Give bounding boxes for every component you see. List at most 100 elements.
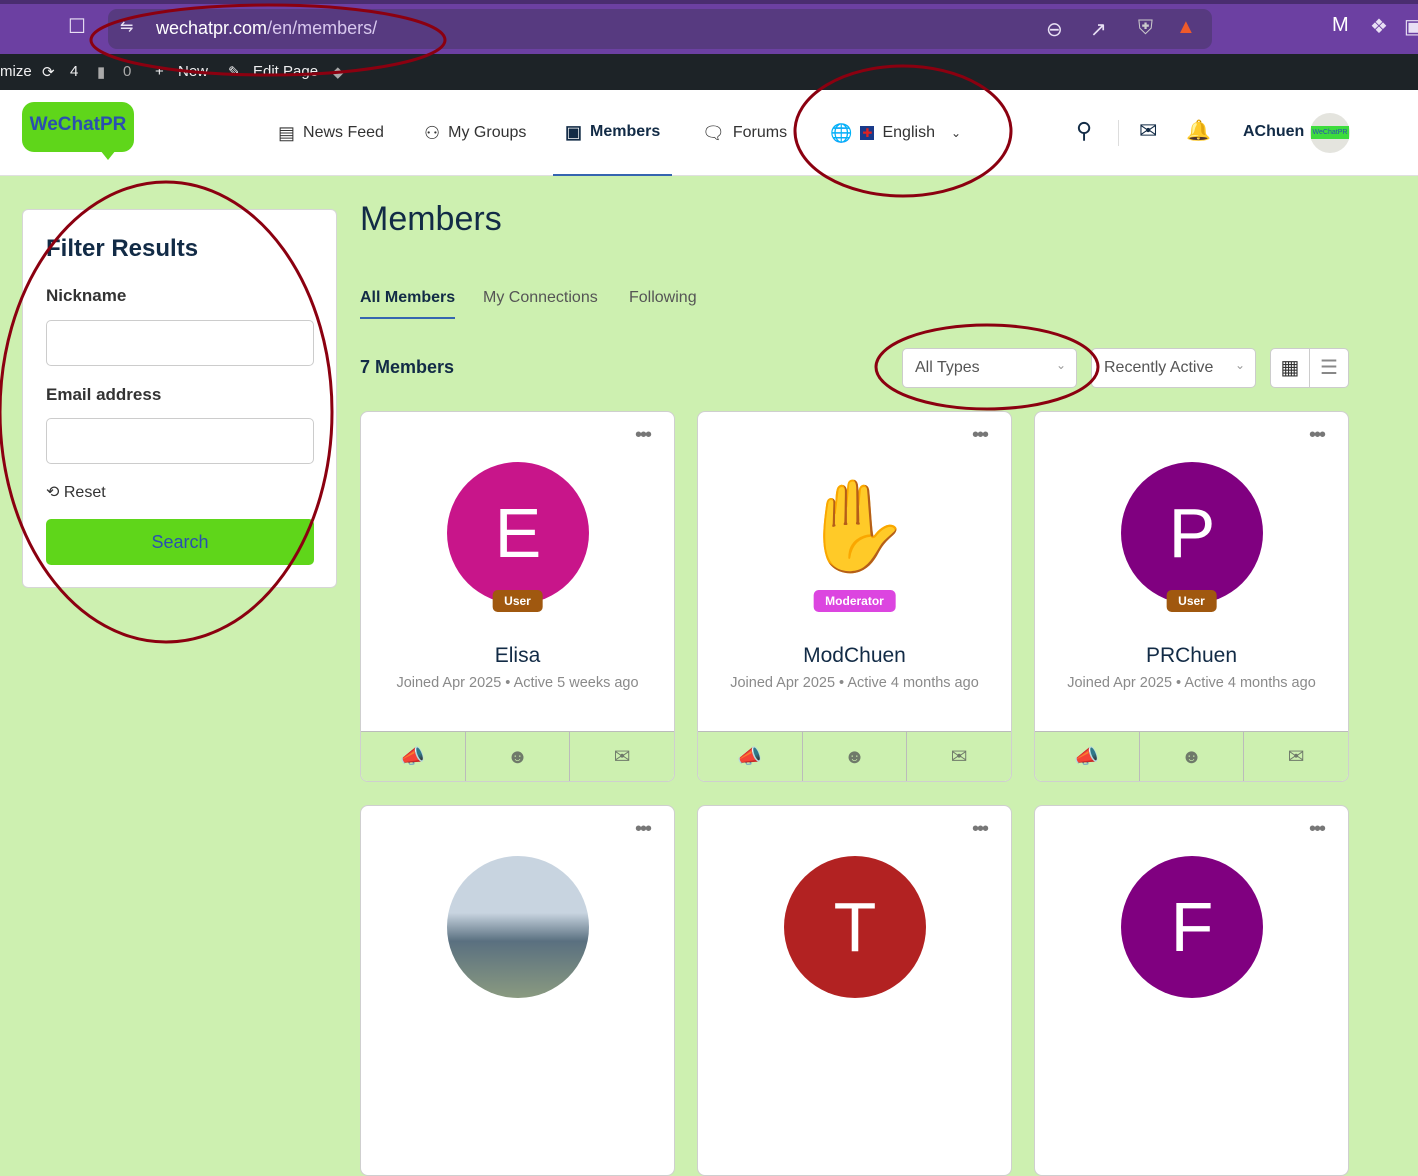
plus-icon: +	[155, 63, 164, 80]
site-header: WeChatPR ▤ News Feed ⚇ My Groups ▣ Members …	[0, 90, 1418, 176]
connect-button[interactable]: ☻	[466, 732, 571, 781]
more-options-icon[interactable]: •••	[972, 424, 989, 447]
avatar-initial: P	[1168, 494, 1216, 572]
notifications-icon[interactable]: 🔔	[1186, 118, 1211, 143]
more-options-icon[interactable]: •••	[972, 818, 989, 841]
member-avatar[interactable]: P	[1121, 462, 1263, 604]
member-meta: Joined Apr 2025 • Active 5 weeks ago	[396, 675, 639, 691]
globe-icon: 🌐	[830, 122, 853, 143]
plugin-icon[interactable]: ◆	[332, 63, 344, 81]
brave-shield-icon[interactable]: ⛨	[1138, 17, 1153, 40]
url-text[interactable]: wechatpr.com/en/members/	[156, 18, 377, 39]
chevron-down-icon: ⌄	[1055, 358, 1066, 372]
page-title: Members	[360, 200, 502, 238]
card-actions: 📣 ☻ ✉	[1035, 731, 1348, 781]
username[interactable]: AChuen	[1243, 123, 1304, 141]
list-view-button[interactable]: ☰	[1309, 348, 1349, 388]
nav-label: My Groups	[448, 124, 527, 141]
avatar-initial: F	[1170, 888, 1214, 966]
member-avatar[interactable]: T	[784, 856, 926, 998]
new-link[interactable]: New	[178, 63, 208, 80]
member-meta: Joined Apr 2025 • Active 4 months ago	[1067, 675, 1316, 691]
browser-toolbar: ☐ ⇋ wechatpr.com/en/members/ ⊖ ↗ ⛨ ▲ M ❖…	[0, 0, 1418, 54]
follow-button[interactable]: 📣	[698, 732, 803, 781]
tab-all-members[interactable]: All Members	[360, 289, 456, 319]
nav-label: Members	[590, 123, 661, 140]
tab-following[interactable]: Following	[629, 289, 697, 307]
message-button[interactable]: ✉	[570, 732, 674, 781]
malwarebytes-icon[interactable]: M	[1332, 14, 1349, 37]
nav-forums[interactable]: 🗨 Forums	[702, 90, 787, 176]
member-card: ••• T	[697, 805, 1012, 1176]
type-filter-select[interactable]: All Types ⌄	[902, 348, 1077, 388]
follow-button[interactable]: 📣	[361, 732, 466, 781]
sort-select[interactable]: Recently Active ⌄	[1091, 348, 1256, 388]
nav-members[interactable]: ▣ Members	[553, 90, 673, 176]
connect-button[interactable]: ☻	[803, 732, 908, 781]
filter-panel: Filter Results Nickname Email address ⟲ …	[22, 209, 337, 588]
list-icon: ☰	[1320, 357, 1338, 379]
mail-icon: ✉	[1287, 746, 1305, 768]
tab-my-connections[interactable]: My Connections	[483, 289, 598, 307]
message-button[interactable]: ✉	[907, 732, 1011, 781]
member-card: •••	[360, 805, 675, 1176]
more-options-icon[interactable]: •••	[1309, 424, 1326, 447]
add-friend-icon: ☻	[1180, 746, 1203, 768]
megaphone-icon: 📣	[400, 746, 426, 768]
moderator-avatar-icon[interactable]: ✋	[784, 462, 926, 604]
chevron-down-icon: ⌄	[950, 126, 962, 140]
bookmark-icon[interactable]: ☐	[68, 14, 86, 39]
member-avatar-photo[interactable]	[447, 856, 589, 998]
member-card: ••• F	[1034, 805, 1349, 1176]
member-avatar[interactable]: E	[447, 462, 589, 604]
address-bar[interactable]: ⇋ wechatpr.com/en/members/ ⊖ ↗ ⛨ ▲	[108, 9, 1212, 49]
brave-rewards-icon[interactable]: ▲	[1176, 16, 1196, 39]
comments-count[interactable]: 0	[123, 63, 131, 80]
connect-button[interactable]: ☻	[1140, 732, 1245, 781]
reset-label: Reset	[63, 484, 106, 501]
nickname-input[interactable]	[46, 320, 314, 366]
messages-icon[interactable]: ✉	[1139, 118, 1157, 144]
member-meta: Joined Apr 2025 • Active 4 months ago	[730, 675, 979, 691]
reset-button[interactable]: ⟲ Reset	[46, 482, 106, 502]
more-options-icon[interactable]: •••	[1309, 818, 1326, 841]
role-badge: Moderator	[813, 590, 896, 612]
share-icon[interactable]: ↗	[1090, 17, 1107, 42]
message-button[interactable]: ✉	[1244, 732, 1348, 781]
updates-count[interactable]: 4	[70, 63, 78, 80]
more-options-icon[interactable]: •••	[635, 818, 652, 841]
megaphone-icon: 📣	[1074, 746, 1100, 768]
nav-my-groups[interactable]: ⚇ My Groups	[424, 90, 526, 176]
user-avatar[interactable]: WeChatPR	[1310, 113, 1350, 153]
divider	[1118, 120, 1119, 146]
updates-icon[interactable]: ⟳	[42, 63, 55, 81]
wallet-icon[interactable]: ▣	[1404, 14, 1418, 39]
comments-icon[interactable]: ▮	[97, 63, 105, 81]
add-friend-icon: ☻	[843, 746, 866, 768]
search-button[interactable]: Search	[46, 519, 314, 565]
card-actions: 📣 ☻ ✉	[361, 731, 674, 781]
joined-date: Joined Apr 2025	[396, 675, 502, 691]
search-icon[interactable]: ⚲	[1076, 118, 1092, 144]
member-name[interactable]: Elisa	[361, 644, 674, 668]
edit-page-link[interactable]: Edit Page	[253, 63, 318, 80]
more-options-icon[interactable]: •••	[635, 424, 652, 447]
member-name[interactable]: ModChuen	[698, 644, 1011, 668]
email-input[interactable]	[46, 418, 314, 464]
member-card: ••• ✋ Moderator ModChuen Joined Apr 2025 •…	[697, 411, 1012, 782]
member-count: 7 Members	[360, 357, 455, 377]
member-avatar[interactable]: F	[1121, 856, 1263, 998]
extensions-icon[interactable]: ❖	[1370, 14, 1388, 39]
nav-news-feed[interactable]: ▤ News Feed	[278, 90, 384, 176]
grid-view-button[interactable]: ▦	[1270, 348, 1310, 388]
uk-flag-icon: ✚	[860, 126, 875, 140]
member-name[interactable]: PRChuen	[1035, 644, 1348, 668]
follow-button[interactable]: 📣	[1035, 732, 1140, 781]
customize-link[interactable]: mize	[0, 63, 32, 80]
site-settings-icon[interactable]: ⇋	[120, 17, 133, 37]
language-switcher[interactable]: 🌐 ✚ English ⌄	[830, 90, 961, 176]
zoom-out-icon[interactable]: ⊖	[1046, 17, 1063, 42]
mail-icon: ✉	[950, 746, 968, 768]
role-badge: User	[1166, 590, 1217, 612]
site-logo[interactable]: WeChatPR	[22, 102, 134, 160]
